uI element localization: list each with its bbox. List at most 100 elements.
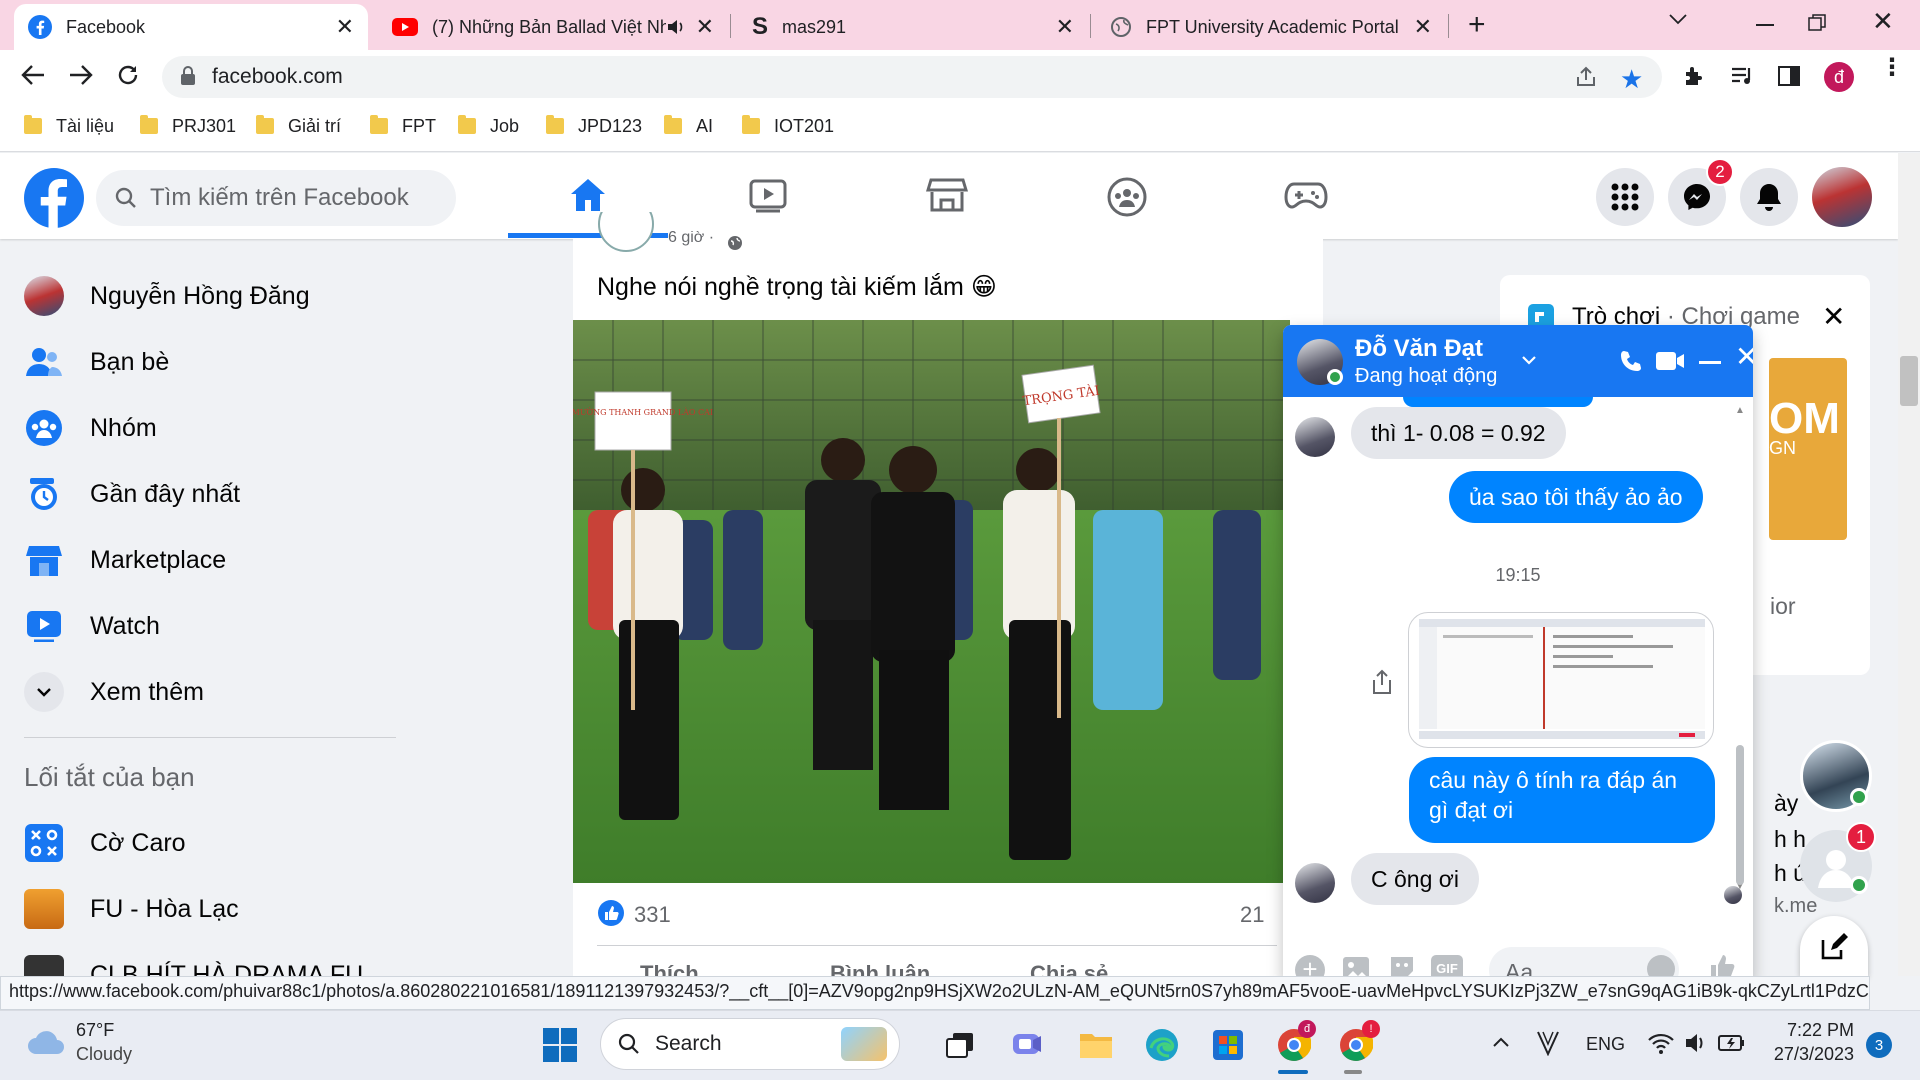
comment-count[interactable]: 21 (1240, 902, 1264, 928)
close-tab-icon[interactable]: ✕ (1414, 14, 1432, 40)
sidebar-item-watch[interactable]: Watch (24, 601, 160, 651)
chat-scrollbar-thumb[interactable] (1736, 745, 1744, 885)
notifications-button[interactable] (1740, 168, 1798, 226)
nav-marketplace-icon[interactable] (926, 176, 968, 214)
tab-youtube[interactable]: (7) Những Bản Ballad Việt Nh ✕ (378, 4, 728, 50)
nav-watch-icon[interactable] (748, 176, 788, 214)
volume-icon[interactable] (1684, 1032, 1708, 1054)
notification-count-badge[interactable]: 3 (1866, 1032, 1892, 1058)
message-bubble-out[interactable]: câu này ô tính ra đáp án gì đạt ơi (1409, 757, 1715, 843)
vpn-v-icon[interactable] (1536, 1030, 1560, 1056)
sidebar-item-marketplace[interactable]: Marketplace (24, 535, 226, 585)
close-games-icon[interactable]: ✕ (1822, 300, 1845, 333)
scroll-up-icon[interactable]: ▲ (1735, 405, 1745, 416)
facebook-search-input[interactable]: Tìm kiếm trên Facebook (96, 170, 456, 226)
shortcut-clb-hit-ha-drama[interactable]: CLB HÍT HÀ DRAMA FU (24, 950, 404, 976)
bookmark-job[interactable]: Job (458, 111, 519, 141)
minimize-window-icon[interactable] (1756, 24, 1774, 26)
microsoft-store-icon[interactable] (1208, 1025, 1248, 1065)
sidebar-item-see-more[interactable]: Xem thêm (24, 667, 204, 717)
clock-time[interactable]: 7:22 PM (1764, 1020, 1854, 1041)
screenshot-image-message[interactable] (1408, 612, 1714, 748)
file-explorer-icon[interactable] (1076, 1025, 1116, 1065)
sidebar-item-recent[interactable]: Gần đây nhất (24, 469, 240, 519)
task-view-icon[interactable] (940, 1025, 980, 1065)
new-message-button[interactable] (1800, 916, 1868, 976)
page-scrollbar-track[interactable] (1898, 153, 1920, 976)
media-queue-icon[interactable] (1730, 66, 1756, 86)
weather-temp[interactable]: 67°F (76, 1020, 114, 1041)
facebook-logo-icon[interactable] (24, 168, 84, 228)
sidebar-item-profile[interactable]: Nguyễn Hồng Đăng (24, 271, 310, 321)
page-scrollbar-thumb[interactable] (1900, 356, 1918, 406)
minimize-chat-icon[interactable] (1699, 361, 1721, 364)
bookmark-iot201[interactable]: IOT201 (742, 111, 834, 141)
nav-gaming-icon[interactable] (1284, 176, 1328, 214)
nav-groups-icon[interactable] (1106, 176, 1148, 218)
chevron-down-icon[interactable] (1521, 355, 1537, 365)
new-tab-icon[interactable]: + (1468, 8, 1486, 42)
battery-charging-icon[interactable] (1718, 1032, 1746, 1054)
like-action-button[interactable]: Thích (640, 961, 699, 976)
shortcut-fu-hoa-lac[interactable]: FU - Hòa Lạc (24, 884, 239, 934)
chat-contact-name[interactable]: Đỗ Văn Đạt (1355, 335, 1483, 363)
extensions-puzzle-icon[interactable] (1682, 64, 1706, 88)
share-icon[interactable] (1574, 65, 1598, 89)
browser-menu-icon[interactable]: ⋮ (1880, 56, 1904, 80)
input-language[interactable]: ENG (1586, 1034, 1625, 1055)
tab-fpt-portal[interactable]: FPT University Academic Portal ✕ (1096, 4, 1446, 50)
close-tab-icon[interactable]: ✕ (336, 14, 354, 40)
comment-action-button[interactable]: Bình luận (830, 961, 930, 976)
side-panel-icon[interactable] (1778, 66, 1800, 86)
share-action-button[interactable]: Chia sẻ (1030, 961, 1108, 976)
post-photo[interactable]: ĐỘI MƯỜNG THANH GRAND LÀO CAI TRỌNG TÀI (573, 320, 1290, 883)
post-author-avatar[interactable] (598, 212, 654, 252)
like-count[interactable]: 331 (634, 902, 671, 928)
phone-call-icon[interactable] (1619, 349, 1643, 373)
reload-icon[interactable] (116, 63, 140, 87)
speaker-icon[interactable] (666, 18, 686, 36)
windows-start-icon[interactable] (540, 1025, 580, 1065)
cloud-weather-icon[interactable] (26, 1026, 66, 1056)
bookmark-star-icon[interactable]: ★ (1620, 64, 1643, 95)
tab-search-chevron-icon[interactable] (1668, 12, 1688, 26)
forward-arrow-icon[interactable] (68, 64, 94, 86)
teams-chat-icon[interactable] (1008, 1025, 1048, 1065)
sidebar-item-groups[interactable]: Nhóm (24, 403, 157, 453)
shortcut-co-caro[interactable]: Cờ Caro (24, 818, 186, 868)
bookmark-tai-lieu[interactable]: Tài liệu (24, 111, 114, 141)
close-window-icon[interactable]: ✕ (1872, 6, 1894, 37)
wifi-icon[interactable] (1648, 1032, 1674, 1054)
game-thumbnail[interactable]: OM GN (1769, 358, 1847, 540)
message-bubble-in[interactable]: C ông ơi (1351, 853, 1479, 905)
edge-browser-icon[interactable] (1142, 1025, 1182, 1065)
restore-window-icon[interactable] (1808, 14, 1826, 32)
video-call-icon[interactable] (1655, 351, 1685, 371)
show-hidden-icons-chevron[interactable] (1492, 1036, 1510, 1048)
bookmark-giai-tri[interactable]: Giải trí (256, 111, 341, 141)
close-tab-icon[interactable]: ✕ (696, 14, 714, 40)
close-tab-icon[interactable]: ✕ (1056, 14, 1074, 40)
tab-facebook[interactable]: Facebook ✕ (14, 4, 368, 50)
share-message-icon[interactable] (1371, 669, 1393, 695)
bookmark-fpt[interactable]: FPT (370, 111, 436, 141)
bookmark-prj301[interactable]: PRJ301 (140, 111, 236, 141)
bookmark-jpd123[interactable]: JPD123 (546, 111, 642, 141)
watch-icon (24, 606, 64, 646)
address-bar[interactable]: facebook.com ★ (162, 56, 1662, 98)
nav-home-icon[interactable] (568, 176, 608, 214)
close-chat-icon[interactable]: ✕ (1735, 343, 1753, 371)
message-bubble-out[interactable]: ủa sao tôi thấy ảo ảo (1449, 471, 1703, 523)
bookmark-ai[interactable]: AI (664, 111, 713, 141)
online-dot (1850, 788, 1868, 806)
taskbar-search[interactable]: Search (600, 1018, 900, 1070)
account-avatar[interactable] (1812, 167, 1872, 227)
profile-avatar[interactable]: đ (1824, 62, 1854, 92)
back-arrow-icon[interactable] (20, 64, 46, 86)
clock-date[interactable]: 27/3/2023 (1764, 1044, 1854, 1065)
chat-header[interactable]: Đỗ Văn Đạt Đang hoạt động ✕ (1283, 325, 1753, 397)
sidebar-item-friends[interactable]: Bạn bè (24, 337, 169, 387)
message-bubble-in[interactable]: thì 1- 0.08 = 0.92 (1351, 407, 1566, 459)
tab-mas291[interactable]: S mas291 ✕ (738, 4, 1088, 50)
menu-grid-button[interactable] (1596, 168, 1654, 226)
